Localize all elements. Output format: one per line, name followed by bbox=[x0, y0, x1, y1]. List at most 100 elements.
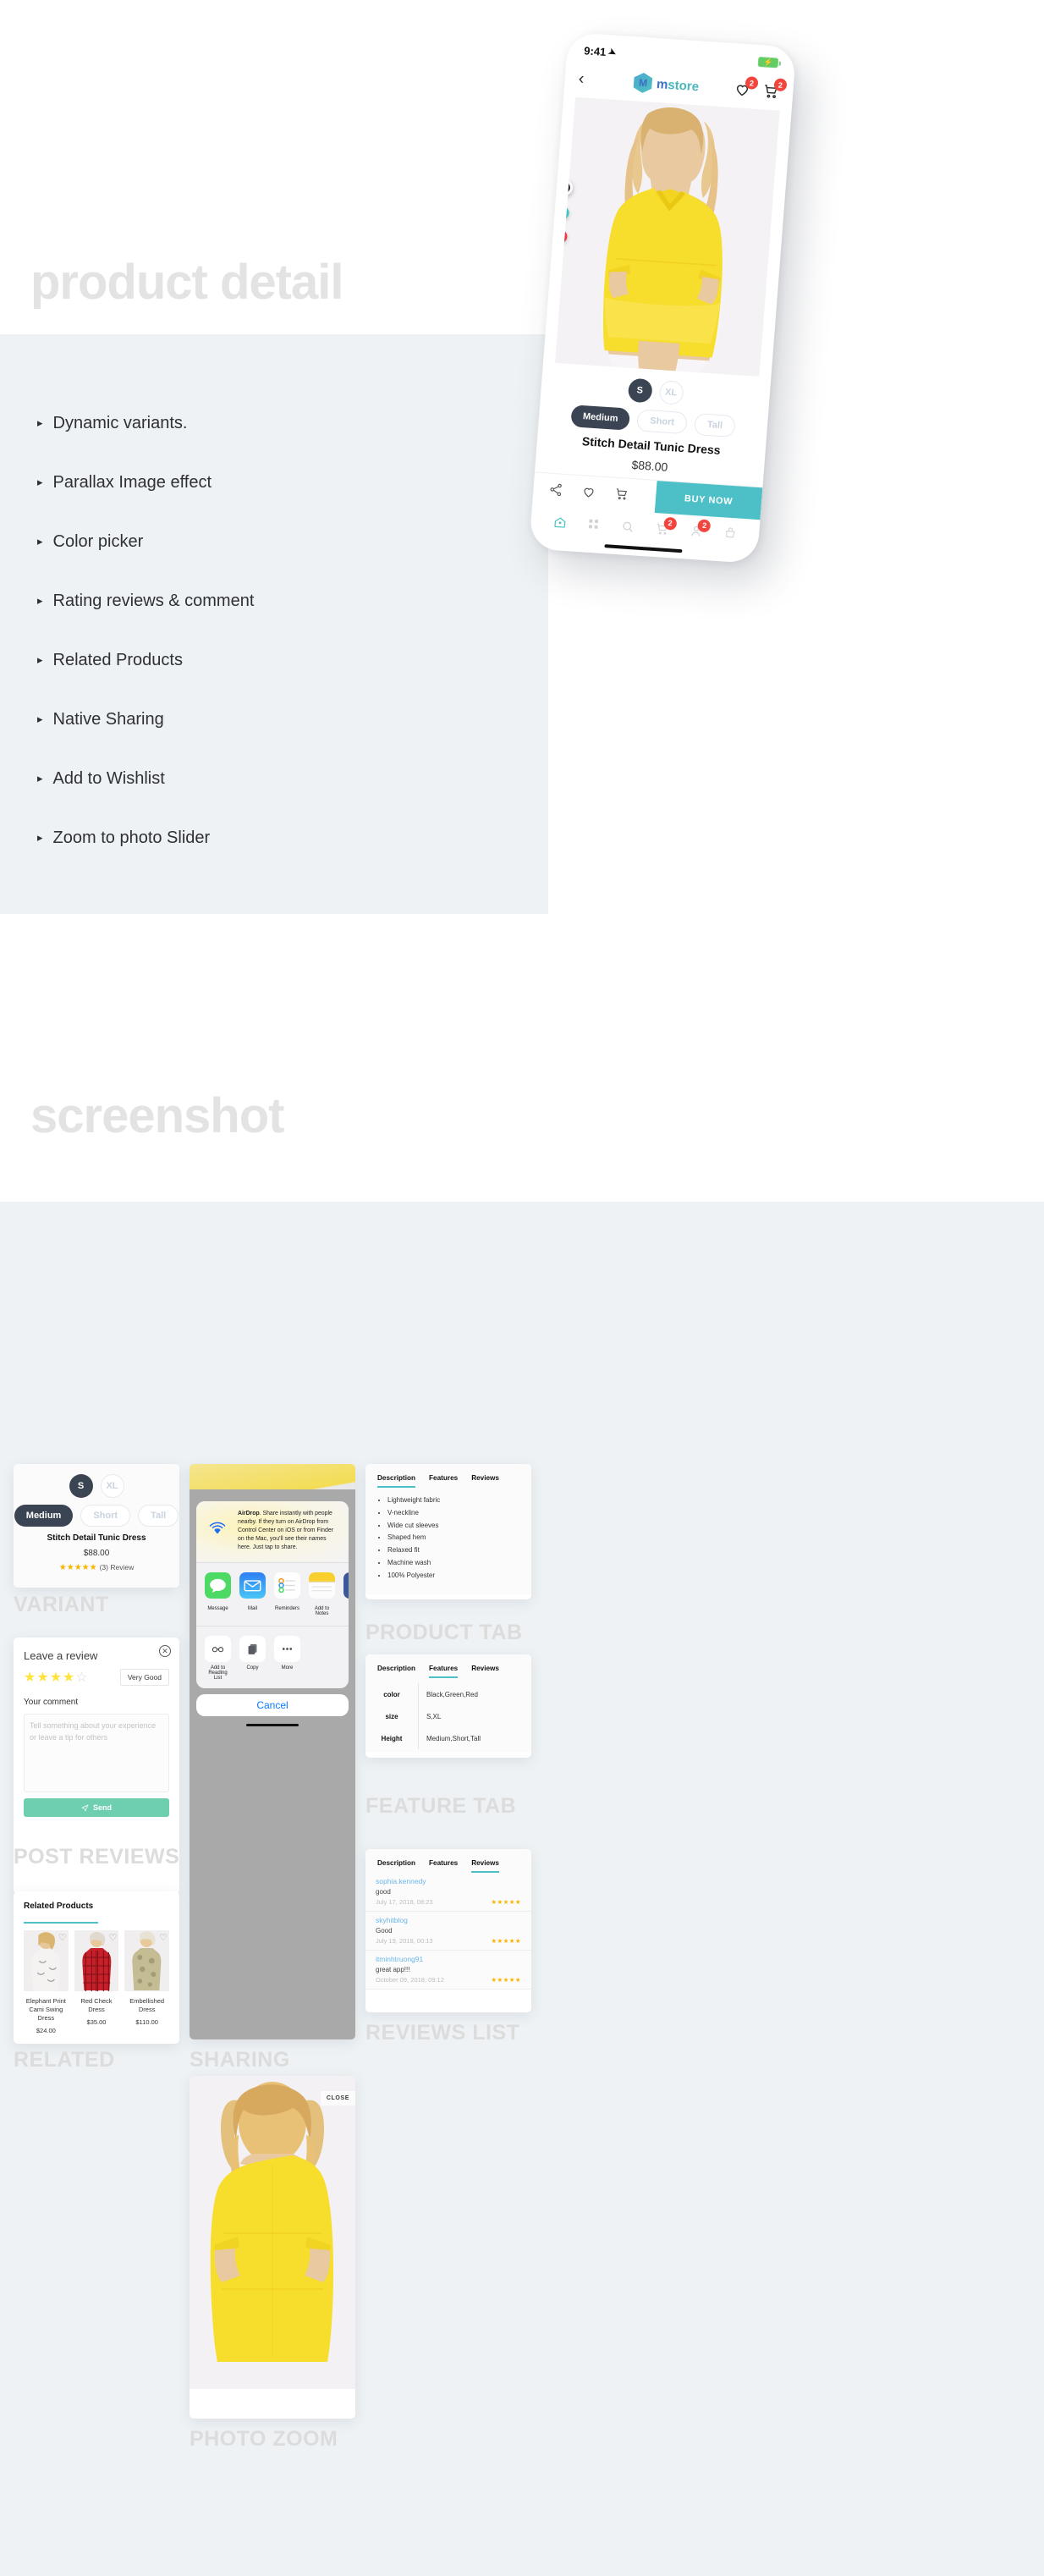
feature-label: Dynamic variants. bbox=[52, 413, 188, 432]
size-option-s[interactable]: S bbox=[69, 1474, 93, 1498]
tab-features[interactable]: Features bbox=[429, 1665, 459, 1678]
list-item[interactable]: ♡ Embellished Dress $110.00 bbox=[124, 1930, 170, 2034]
heart-icon[interactable]: ♡ bbox=[159, 1932, 168, 1943]
brand-logo-mstore: M mstore bbox=[633, 72, 700, 96]
height-option-medium[interactable]: Medium bbox=[14, 1505, 74, 1527]
cart-icon[interactable] bbox=[614, 487, 629, 502]
variant-size-options: S XL bbox=[22, 1474, 171, 1498]
variant-card: S XL Medium Short Tall Stitch Detail Tun… bbox=[14, 1464, 179, 1588]
action-label: Add to Reading List bbox=[208, 1665, 228, 1681]
wishlist-badge: 2 bbox=[745, 76, 759, 90]
share-app-notes[interactable]: Add to Notes bbox=[309, 1572, 335, 1616]
list-item[interactable]: ♡ Elephant Print Cami Swing Dress $24.00 bbox=[24, 1930, 69, 2034]
home-indicator bbox=[246, 1724, 299, 1726]
zoomed-photo[interactable]: CLOSE bbox=[190, 2076, 355, 2389]
tab-features[interactable]: Features bbox=[429, 1859, 458, 1873]
hexagon-logo-icon: M bbox=[633, 72, 653, 93]
color-swatch-black[interactable] bbox=[556, 179, 574, 196]
feature-list: ▸ Dynamic variants. ▸ Parallax Image effec… bbox=[37, 394, 511, 867]
list-item: Wide cut sleeves bbox=[387, 1520, 519, 1533]
cancel-button[interactable]: Cancel bbox=[196, 1694, 349, 1716]
size-option-s[interactable]: S bbox=[627, 377, 653, 404]
basket-icon[interactable] bbox=[723, 526, 738, 540]
tab-reviews[interactable]: Reviews bbox=[471, 1474, 499, 1488]
list-item: V-neckline bbox=[387, 1507, 519, 1520]
feature-label: Parallax Image effect bbox=[52, 472, 212, 492]
tab-user[interactable]: 2 bbox=[689, 518, 712, 538]
triangle-bullet-icon: ▸ bbox=[37, 416, 43, 429]
product-title: Stitch Detail Tunic Dress bbox=[47, 1533, 146, 1543]
share-app-reminders[interactable]: Reminders bbox=[274, 1572, 300, 1616]
close-circle-icon[interactable]: ✕ bbox=[159, 1645, 171, 1657]
comment-input[interactable]: Tell something about your experience or … bbox=[24, 1714, 169, 1792]
list-item: 100% Polyester bbox=[387, 1570, 519, 1582]
heart-icon[interactable]: ♡ bbox=[58, 1932, 67, 1943]
feature-label: Zoom to photo Slider bbox=[52, 828, 211, 847]
tab-features[interactable]: Features bbox=[429, 1474, 458, 1488]
heart-icon[interactable] bbox=[581, 484, 596, 499]
variant-selector: S XL Medium Short Tall Stitch Detail Tun… bbox=[536, 362, 772, 481]
list-item: ▸ Parallax Image effect bbox=[37, 453, 511, 512]
feature-label: Add to Wishlist bbox=[52, 768, 165, 788]
heading-underline bbox=[24, 1922, 98, 1924]
product-thumb: ♡ bbox=[24, 1930, 69, 1991]
tab-description[interactable]: Description bbox=[377, 1859, 415, 1873]
tab-description[interactable]: Description bbox=[377, 1665, 415, 1678]
size-option-xl[interactable]: XL bbox=[100, 1474, 124, 1498]
home-indicator bbox=[604, 544, 683, 553]
action-reading-list[interactable]: Add to Reading List bbox=[205, 1636, 231, 1681]
location-arrow-icon: ➤ bbox=[606, 46, 618, 59]
share-icon[interactable] bbox=[548, 482, 563, 498]
share-app-message[interactable]: Message bbox=[205, 1572, 231, 1616]
photo-zoom-card: CLOSE bbox=[190, 2076, 355, 2419]
search-icon[interactable] bbox=[620, 519, 635, 534]
tab-reviews[interactable]: Reviews bbox=[471, 1665, 499, 1678]
review-user[interactable]: sophia.kennedy bbox=[376, 1877, 521, 1885]
height-option-medium[interactable]: Medium bbox=[570, 405, 631, 431]
table-row: Height Medium,Short,Tall bbox=[365, 1727, 531, 1749]
grid-icon[interactable] bbox=[586, 517, 601, 531]
wishlist-button[interactable]: 2 bbox=[734, 76, 759, 98]
mail-icon bbox=[239, 1572, 266, 1599]
tab-description[interactable]: Description bbox=[377, 1474, 416, 1488]
table-key: Height bbox=[381, 1734, 403, 1742]
review-count: (3) Review bbox=[99, 1563, 135, 1571]
tab-reviews[interactable]: Reviews bbox=[471, 1859, 499, 1873]
product-name: Embellished Dress bbox=[129, 1997, 165, 2014]
size-option-xl[interactable]: XL bbox=[658, 380, 684, 405]
height-option-short[interactable]: Short bbox=[636, 409, 689, 435]
airdrop-section[interactable]: AirDrop. Share instantly with people nea… bbox=[196, 1501, 349, 1562]
review-text: Good bbox=[376, 1927, 393, 1935]
share-app-more[interactable] bbox=[343, 1572, 349, 1616]
close-button[interactable]: CLOSE bbox=[320, 2091, 355, 2105]
action-more[interactable]: More bbox=[274, 1636, 300, 1681]
list-item: Relaxed fit bbox=[387, 1544, 519, 1557]
triangle-bullet-icon: ▸ bbox=[37, 476, 43, 488]
color-swatch-teal[interactable] bbox=[556, 206, 570, 220]
tab-cart[interactable]: 2 bbox=[654, 516, 678, 537]
review-date: July 17, 2018, 08:23 bbox=[376, 1898, 433, 1906]
list-item[interactable]: ♡ Red Check Dress $35.00 bbox=[74, 1930, 119, 2034]
list-item: Shaped hem bbox=[387, 1532, 519, 1544]
review-user[interactable]: itminhtruong91 bbox=[376, 1955, 521, 1963]
height-option-tall[interactable]: Tall bbox=[694, 412, 737, 438]
share-app-mail[interactable]: Mail bbox=[239, 1572, 266, 1616]
copy-icon bbox=[248, 1643, 257, 1654]
height-option-short[interactable]: Short bbox=[80, 1505, 131, 1527]
review-text: great app!!! bbox=[376, 1966, 410, 1973]
height-option-tall[interactable]: Tall bbox=[138, 1505, 179, 1527]
heart-icon[interactable]: ♡ bbox=[108, 1932, 117, 1943]
color-swatch-red[interactable] bbox=[554, 229, 569, 244]
home-icon[interactable] bbox=[552, 515, 568, 530]
message-icon bbox=[205, 1572, 231, 1599]
star-rating-input[interactable]: ★★★★☆ bbox=[24, 1669, 89, 1686]
back-chevron-icon[interactable]: ‹ bbox=[578, 69, 600, 90]
action-copy[interactable]: Copy bbox=[239, 1636, 266, 1681]
related-products-card: Related Products ♡ Elephant Print Cami S… bbox=[14, 1891, 179, 2044]
review-user[interactable]: skyhitblog bbox=[376, 1916, 521, 1924]
page-title-screenshot: screenshot bbox=[30, 1088, 284, 1143]
product-hero-image[interactable] bbox=[554, 96, 780, 377]
airdrop-icon bbox=[205, 1510, 230, 1535]
cart-button[interactable]: 2 bbox=[762, 78, 788, 100]
send-button[interactable]: Send bbox=[24, 1798, 169, 1817]
